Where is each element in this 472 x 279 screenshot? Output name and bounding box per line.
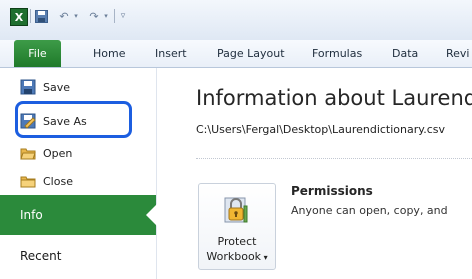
backstage-save[interactable]: Save <box>20 77 70 97</box>
backstage-open[interactable]: Open <box>20 143 72 163</box>
backstage-recent[interactable]: Recent <box>0 236 156 276</box>
quick-access-toolbar: X ↶ ▾ ↷ ▾ ▿ <box>0 0 472 41</box>
redo-icon[interactable]: ↷ <box>86 8 102 24</box>
permissions-title: Permissions <box>291 184 373 198</box>
ribbon-tabs: File Home Insert Page Layout Formulas Da… <box>0 40 472 68</box>
file-path: C:\Users\Fergal\Desktop\Laurendictionary… <box>196 123 445 136</box>
close-folder-icon <box>20 173 36 189</box>
lock-icon <box>221 194 253 226</box>
chevron-down-icon: ▾ <box>261 253 268 262</box>
excel-icon[interactable]: X <box>10 8 28 26</box>
save-as-highlight <box>15 101 132 138</box>
qat-separator <box>114 9 115 23</box>
protect-workbook-button[interactable]: Protect Workbook ▾ <box>198 183 276 270</box>
tab-page-layout[interactable]: Page Layout <box>217 40 285 67</box>
save-icon <box>20 79 36 95</box>
backstage-open-label: Open <box>43 146 73 160</box>
backstage-close-label: Close <box>43 174 73 188</box>
info-panel: Information about Laurendic C:\Users\Fer… <box>156 68 472 279</box>
backstage-nav: Save Save As Open Close Info Recent <box>0 68 157 279</box>
backstage-save-label: Save <box>43 80 71 94</box>
backstage-recent-label: Recent <box>20 249 62 263</box>
protect-workbook-label: Protect Workbook ▾ <box>199 234 275 265</box>
customize-qat-icon[interactable]: ▿ <box>118 8 128 24</box>
undo-dropdown-icon[interactable]: ▾ <box>72 8 80 24</box>
protect-label-line1: Protect <box>217 235 257 248</box>
open-folder-icon <box>20 145 36 161</box>
qat-separator <box>30 9 31 23</box>
redo-dropdown-icon[interactable]: ▾ <box>102 8 110 24</box>
tab-file[interactable]: File <box>14 40 61 67</box>
permissions-description: Anyone can open, copy, and <box>291 204 448 217</box>
tab-data[interactable]: Data <box>392 40 418 67</box>
backstage-close[interactable]: Close <box>20 171 73 191</box>
tab-insert[interactable]: Insert <box>155 40 187 67</box>
undo-icon[interactable]: ↶ <box>56 8 72 24</box>
tab-formulas[interactable]: Formulas <box>312 40 362 67</box>
backstage-info-label: Info <box>20 208 43 222</box>
tab-home[interactable]: Home <box>93 40 125 67</box>
tab-review[interactable]: Revi <box>446 40 469 67</box>
protect-label-line2: Workbook <box>206 250 262 263</box>
save-icon[interactable] <box>34 8 48 24</box>
divider <box>196 158 472 159</box>
page-title: Information about Laurendic <box>196 86 472 110</box>
backstage-info[interactable]: Info <box>0 195 157 235</box>
